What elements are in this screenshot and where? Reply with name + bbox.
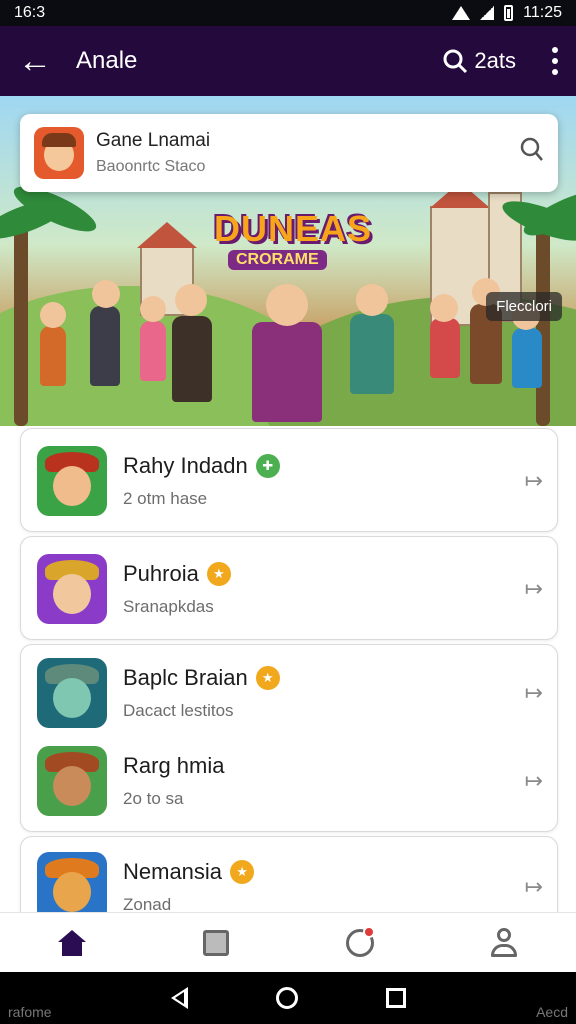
system-back-icon[interactable] <box>170 987 188 1009</box>
game-title: Baplc Braian <box>123 665 248 690</box>
game-subtitle: Zonad <box>123 895 172 912</box>
search-card-title: Gane Lnamai <box>96 130 211 151</box>
game-thumbnail <box>37 658 107 728</box>
status-time: 16:3 <box>14 4 46 21</box>
status-icons: 11:25 <box>452 4 562 22</box>
list-item[interactable]: Puhroia ★ Sranapkdas ↦ <box>20 536 558 640</box>
system-label-left: rafome <box>8 1004 52 1020</box>
chevron-right-icon[interactable]: ↦ <box>525 680 543 706</box>
game-list: Rahy Indadn ✚ 2 otm hase ↦ Puhroia ★ Srana… <box>0 426 576 912</box>
game-subtitle: Dacact lestitos <box>123 701 234 720</box>
game-thumbnail <box>37 852 107 912</box>
back-arrow-icon[interactable]: ← <box>18 44 58 78</box>
game-title: Rahy Indadn <box>123 453 248 478</box>
notification-dot <box>363 925 375 938</box>
game-search-card[interactable]: Gane Lnamai Baoonrtc Staco <box>20 114 558 192</box>
verified-badge-icon: ✚ <box>255 454 280 478</box>
system-navigation-bar <box>0 972 576 1024</box>
system-recents-icon[interactable] <box>385 988 406 1008</box>
search-icon <box>443 49 468 74</box>
list-item[interactable]: Baplc Braian ★ Dacact lestitos ↦ <box>21 645 559 741</box>
chat-icon <box>346 925 375 957</box>
search-icon[interactable] <box>514 135 544 171</box>
wifi-icon <box>452 6 471 20</box>
list-item[interactable]: Rarg hmia 2o to sa ↦ <box>21 733 559 829</box>
chevron-right-icon[interactable]: ↦ <box>525 874 543 900</box>
banner-chip[interactable]: Flecclori <box>486 292 562 321</box>
profile-icon <box>490 927 518 958</box>
chevron-right-icon[interactable]: ↦ <box>525 576 543 602</box>
nav-home[interactable] <box>42 918 102 968</box>
game-logo-subtitle: CRORAME <box>228 250 327 270</box>
game-thumbnail <box>37 554 107 624</box>
star-badge-icon: ★ <box>206 562 231 586</box>
nav-profile[interactable] <box>474 918 534 968</box>
battery-icon <box>504 5 514 21</box>
star-badge-icon: ★ <box>230 860 255 884</box>
search-label: 2ats <box>474 48 516 73</box>
search-button[interactable]: 2ats <box>442 48 516 74</box>
star-badge-icon: ★ <box>255 666 280 690</box>
game-logo-title: DUNEAS <box>214 208 373 249</box>
game-thumbnail <box>37 446 107 516</box>
search-card-subtitle: Baoonrtc Staco <box>96 158 206 175</box>
chevron-right-icon[interactable]: ↦ <box>525 468 543 494</box>
library-icon <box>203 929 229 956</box>
chevron-right-icon[interactable]: ↦ <box>525 768 543 794</box>
game-title: Puhroia <box>123 561 199 586</box>
game-icon <box>34 127 84 179</box>
more-options-icon[interactable] <box>552 47 558 75</box>
app-bar: ← Anale 2ats <box>0 26 576 96</box>
list-item[interactable]: Rahy Indadn ✚ 2 otm hase ↦ <box>20 428 558 532</box>
game-title: Rarg hmia <box>123 753 225 778</box>
system-label-right: Aecd <box>536 1004 568 1020</box>
status-bar: 16:3 11:25 <box>0 0 576 26</box>
status-clock-right: 11:25 <box>523 4 562 21</box>
bottom-navigation <box>0 912 576 972</box>
game-subtitle: 2o to sa <box>123 789 184 808</box>
list-item[interactable]: Nemansia ★ Zonad ↦ <box>20 836 558 912</box>
game-subtitle: Sranapkdas <box>123 597 214 616</box>
list-group: Baplc Braian ★ Dacact lestitos ↦ Rarg hmi… <box>20 644 558 832</box>
home-icon <box>58 929 86 956</box>
game-title: Nemansia <box>123 859 223 884</box>
page-title: Anale <box>76 47 138 74</box>
game-thumbnail <box>37 746 107 816</box>
nav-library[interactable] <box>186 918 246 968</box>
nav-chat[interactable] <box>330 918 390 968</box>
game-subtitle: 2 otm hase <box>123 489 208 508</box>
signal-icon <box>480 6 495 20</box>
system-home-icon[interactable] <box>275 987 298 1009</box>
